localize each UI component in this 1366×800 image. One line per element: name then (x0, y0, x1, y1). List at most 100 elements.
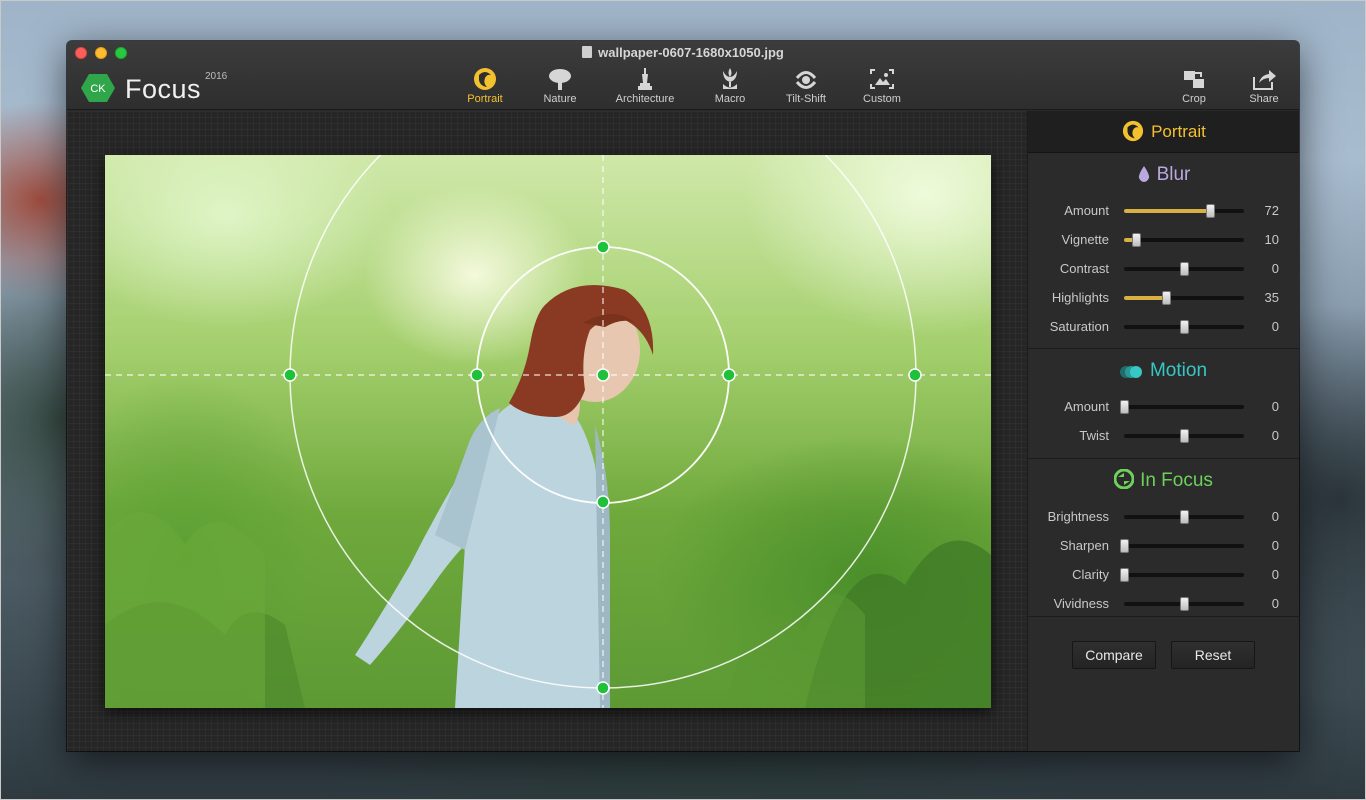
panel-header-title: Portrait (1151, 122, 1206, 141)
inner-right-handle[interactable] (722, 368, 736, 382)
blur-highlights-row: Highlights 35 (1028, 284, 1299, 313)
infocus-sharpen-slider-knob[interactable] (1120, 539, 1129, 553)
motion-twist-value: 0 (1271, 428, 1279, 443)
tilt-shift-icon (795, 71, 817, 89)
infocus-section-title: In Focus (1028, 459, 1299, 503)
inner-top-handle[interactable] (596, 240, 610, 254)
infocus-vividness-slider-knob[interactable] (1180, 597, 1189, 611)
blur-amount-value: 72 (1264, 203, 1279, 218)
infocus-brightness-row: Brightness 0 (1028, 503, 1299, 532)
statue-icon (638, 68, 652, 90)
motion-amount-slider-knob[interactable] (1120, 400, 1129, 414)
infocus-title-text: In Focus (1140, 470, 1213, 491)
droplet-icon (1138, 166, 1149, 182)
infocus-sharpen-slider[interactable] (1120, 539, 1244, 553)
motion-amount-value: 0 (1271, 399, 1279, 414)
mode-architecture[interactable]: Architecture (605, 67, 685, 105)
infocus-brightness-slider[interactable] (1124, 510, 1244, 524)
flower-icon (723, 68, 737, 89)
window-title: wallpaper-0607-1680x1050.jpg (67, 45, 1299, 60)
blur-vignette-label: Vignette (1061, 232, 1109, 247)
blur-section: Blur Amount 72 Vignette 10 Contrast 0 Highligh… (1028, 153, 1299, 349)
infocus-clarity-slider[interactable] (1120, 568, 1244, 582)
motion-title-text: Motion (1149, 360, 1208, 381)
compare-button[interactable]: Compare (1072, 641, 1156, 669)
canvas-area (67, 111, 1027, 751)
blur-contrast-slider[interactable] (1124, 262, 1244, 276)
center-handle[interactable] (596, 368, 610, 382)
motion-twist-slider-knob[interactable] (1180, 429, 1189, 443)
photo-preview (105, 155, 991, 708)
mode-portrait-label: Portrait (467, 93, 503, 105)
infocus-brightness-value: 0 (1271, 509, 1279, 524)
adjustments-panel: Portrait Blur Amount 72 Vignette 10 Contrast… (1027, 111, 1299, 751)
custom-frame-icon (870, 69, 894, 89)
blur-vignette-slider[interactable] (1124, 233, 1244, 247)
share-icon (1253, 70, 1276, 90)
outer-left-handle[interactable] (283, 368, 297, 382)
infocus-vividness-slider[interactable] (1124, 597, 1244, 611)
share-label: Share (1249, 93, 1279, 105)
infocus-sharpen-label: Sharpen (1059, 538, 1109, 553)
inner-bottom-handle[interactable] (596, 495, 610, 509)
blur-amount-slider-knob[interactable] (1206, 204, 1215, 218)
infocus-clarity-label: Clarity (1072, 567, 1109, 582)
blur-saturation-value: 0 (1271, 319, 1279, 334)
mode-architecture-label: Architecture (615, 93, 675, 105)
mode-macro-label: Macro (714, 93, 746, 105)
blur-highlights-slider-knob[interactable] (1162, 291, 1171, 305)
blur-amount-slider[interactable] (1124, 204, 1244, 218)
blur-section-title: Blur (1028, 153, 1299, 197)
infocus-clarity-slider-knob[interactable] (1120, 568, 1129, 582)
panel-header: Portrait (1028, 111, 1299, 153)
motion-twist-label: Twist (1079, 428, 1109, 443)
infocus-brightness-label: Brightness (1047, 509, 1109, 524)
share-button[interactable]: Share (1224, 67, 1299, 105)
infocus-brightness-slider-knob[interactable] (1180, 510, 1189, 524)
infocus-clarity-row: Clarity 0 (1028, 561, 1299, 590)
blur-highlights-slider[interactable] (1124, 291, 1244, 305)
focus-overlay[interactable] (105, 155, 991, 708)
blur-amount-label: Amount (1064, 203, 1109, 218)
crop-button[interactable]: Crop (1154, 67, 1234, 105)
blur-title-text: Blur (1156, 164, 1191, 185)
blur-saturation-slider[interactable] (1124, 320, 1244, 334)
portrait-icon (1123, 120, 1144, 142)
motion-amount-label: Amount (1064, 399, 1109, 414)
mode-custom[interactable]: Custom (842, 67, 922, 105)
blur-saturation-slider-knob[interactable] (1180, 320, 1189, 334)
mode-tilt-shift[interactable]: Tilt-Shift (766, 67, 846, 105)
motion-twist-row: Twist 0 (1028, 422, 1299, 451)
inner-left-handle[interactable] (470, 368, 484, 382)
titlebar: wallpaper-0607-1680x1050.jpg CK Focus 20… (67, 41, 1299, 110)
infocus-clarity-value: 0 (1271, 567, 1279, 582)
crop-label: Crop (1182, 93, 1206, 105)
blur-vignette-slider-knob[interactable] (1132, 233, 1141, 247)
reset-button[interactable]: Reset (1171, 641, 1255, 669)
blur-contrast-row: Contrast 0 (1028, 255, 1299, 284)
infocus-sharpen-row: Sharpen 0 (1028, 532, 1299, 561)
motion-section-title: Motion (1028, 349, 1299, 393)
motion-amount-slider[interactable] (1120, 400, 1244, 414)
blur-saturation-label: Saturation (1049, 319, 1109, 334)
blur-vignette-value: 10 (1264, 232, 1279, 247)
portrait-icon (474, 68, 496, 90)
blur-highlights-label: Highlights (1051, 290, 1109, 305)
crop-icon (1184, 71, 1204, 88)
mode-nature[interactable]: Nature (520, 67, 600, 105)
motion-section: Motion Amount 0 Twist 0 (1028, 349, 1299, 459)
blur-contrast-slider-knob[interactable] (1180, 262, 1189, 276)
infocus-sharpen-value: 0 (1271, 538, 1279, 553)
mode-portrait[interactable]: Portrait (445, 67, 525, 105)
panel-buttons: Compare Reset (1028, 617, 1299, 707)
infocus-vividness-row: Vividness 0 (1028, 590, 1299, 619)
blur-vignette-row: Vignette 10 (1028, 226, 1299, 255)
mode-macro[interactable]: Macro (690, 67, 770, 105)
mode-custom-label: Custom (863, 93, 901, 105)
outer-right-handle[interactable] (908, 368, 922, 382)
blur-highlights-slider-fill (1124, 296, 1166, 300)
outer-bottom-handle[interactable] (596, 681, 610, 695)
motion-twist-slider[interactable] (1124, 429, 1244, 443)
window-title-text: wallpaper-0607-1680x1050.jpg (598, 45, 784, 60)
document-icon (582, 46, 593, 58)
